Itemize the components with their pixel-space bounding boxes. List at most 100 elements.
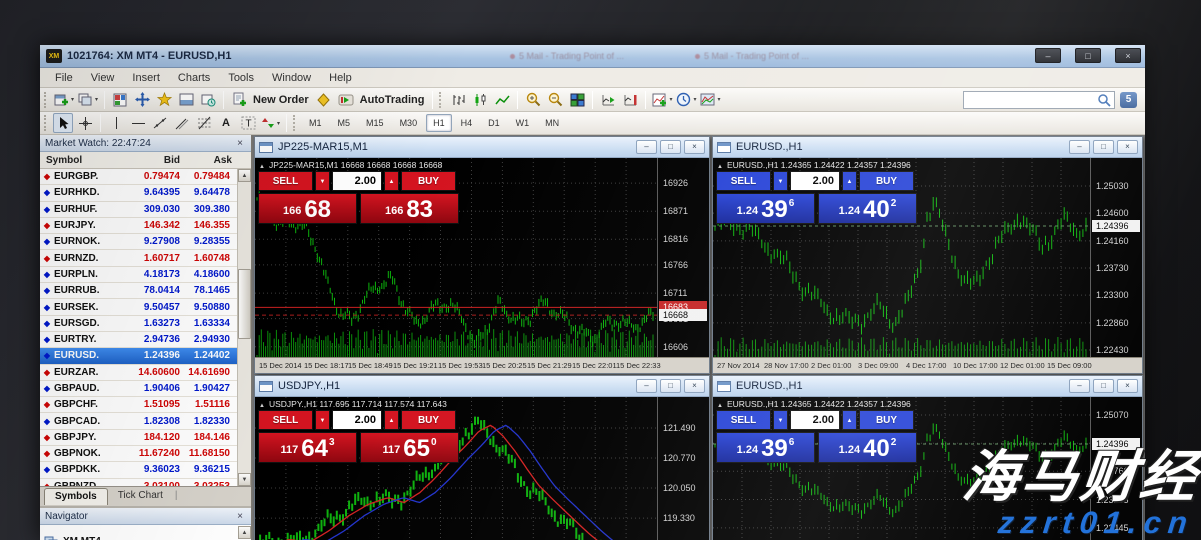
trendline-tool[interactable]	[150, 113, 170, 133]
timeframe-m30[interactable]: M30	[393, 114, 425, 132]
navigator-toggle[interactable]	[154, 90, 174, 110]
menu-item-file[interactable]: File	[46, 70, 82, 86]
volume-increase-icon[interactable]: ▲	[384, 410, 399, 430]
fibonacci-tool[interactable]	[194, 113, 214, 133]
volume-decrease-icon[interactable]: ▼	[315, 410, 330, 430]
terminal-toggle[interactable]	[176, 90, 196, 110]
market-watch-close-icon[interactable]: ×	[234, 138, 246, 149]
chart-plot-area[interactable]: 1692616871168161676616711166611660616683…	[255, 158, 709, 373]
new-order-button[interactable]	[229, 90, 249, 110]
sell-button[interactable]: SELL	[258, 410, 313, 430]
horizontal-line-tool[interactable]	[128, 113, 148, 133]
arrows-tool[interactable]: ▾	[260, 113, 281, 133]
chart-close-button[interactable]: ×	[1117, 379, 1138, 393]
chart-close-button[interactable]: ×	[684, 140, 705, 154]
autotrading-label[interactable]: AutoTrading	[360, 94, 425, 106]
periods-button[interactable]: ▾	[675, 90, 697, 110]
market-watch-row-eurrub[interactable]: ◆ EURRUB. 78.0414 78.1465	[40, 283, 251, 299]
collapse-icon[interactable]: ▲	[717, 403, 723, 409]
timeframe-mn[interactable]: MN	[538, 114, 566, 132]
scroll-down-icon[interactable]: ▼	[238, 473, 251, 486]
chart-window-titlebar[interactable]: EURUSD.,H1 – □ ×	[713, 137, 1142, 158]
vertical-line-tool[interactable]	[106, 113, 126, 133]
volume-decrease-icon[interactable]: ▼	[773, 171, 788, 191]
volume-increase-icon[interactable]: ▲	[842, 171, 857, 191]
menu-item-tools[interactable]: Tools	[219, 70, 263, 86]
column-bid[interactable]: Bid	[124, 155, 180, 166]
market-watch-row-gbpjpy[interactable]: ◆ GBPJPY. 184.120 184.146	[40, 430, 251, 446]
sell-button[interactable]: SELL	[716, 171, 771, 191]
menu-item-charts[interactable]: Charts	[169, 70, 219, 86]
crosshair-tool[interactable]	[75, 113, 95, 133]
strategy-tester-toggle[interactable]	[198, 90, 218, 110]
menu-item-insert[interactable]: Insert	[123, 70, 169, 86]
menu-item-help[interactable]: Help	[320, 70, 361, 86]
zoom-out-button[interactable]	[545, 90, 565, 110]
new-chart-button[interactable]: ▾	[53, 90, 75, 110]
chart-minimize-button[interactable]: –	[1069, 379, 1090, 393]
market-watch-column-header[interactable]: Symbol Bid Ask	[40, 152, 251, 169]
scroll-up-icon[interactable]: ▲	[238, 169, 251, 182]
cursor-tool[interactable]	[53, 113, 73, 133]
data-window-toggle[interactable]	[132, 90, 152, 110]
tab-tick-chart[interactable]: Tick Chart	[108, 488, 173, 504]
toolbar-grip[interactable]	[293, 115, 297, 131]
templates-button[interactable]: ▾	[699, 90, 721, 110]
mql5-community-icon[interactable]: 5	[1120, 92, 1137, 108]
autotrading-button[interactable]	[336, 90, 356, 110]
label-tool[interactable]: T	[238, 113, 258, 133]
maximize-button[interactable]: □	[1075, 48, 1101, 63]
sell-button[interactable]: SELL	[258, 171, 313, 191]
chart-minimize-button[interactable]: –	[636, 379, 657, 393]
volume-field[interactable]: 2.00	[332, 410, 382, 430]
chart-restore-button[interactable]: □	[1093, 379, 1114, 393]
sell-price-button[interactable]: 16668	[258, 193, 357, 224]
collapse-icon[interactable]: ▲	[259, 164, 265, 170]
buy-button[interactable]: BUY	[401, 171, 456, 191]
market-watch-row-eurgbp[interactable]: ◆ EURGBP. 0.79474 0.79484	[40, 169, 251, 185]
market-watch-row-eurusd[interactable]: ◆ EURUSD. 1.24396 1.24402	[40, 348, 251, 364]
navigator-close-icon[interactable]: ×	[234, 511, 246, 522]
volume-increase-icon[interactable]: ▲	[384, 171, 399, 191]
chart-bars-button[interactable]	[448, 90, 468, 110]
collapse-icon[interactable]: ▲	[717, 164, 723, 170]
sell-price-button[interactable]: 117643	[258, 432, 357, 463]
market-watch-row-eurjpy[interactable]: ◆ EURJPY. 146.342 146.355	[40, 218, 251, 234]
toolbar-grip[interactable]	[44, 92, 48, 108]
timeframe-m5[interactable]: M5	[331, 114, 358, 132]
volume-field[interactable]: 2.00	[790, 410, 840, 430]
minimize-button[interactable]: –	[1035, 48, 1061, 63]
market-watch-row-gbpchf[interactable]: ◆ GBPCHF. 1.51095 1.51116	[40, 397, 251, 413]
market-watch-row-eurhkd[interactable]: ◆ EURHKD. 9.64395 9.64478	[40, 185, 251, 201]
market-watch-scrollbar[interactable]: ▲ ▼	[237, 169, 251, 486]
indicators-button[interactable]: ▾	[651, 90, 673, 110]
navigator-scroll-up-icon[interactable]: ▲	[238, 526, 251, 539]
buy-button[interactable]: BUY	[401, 410, 456, 430]
timeframe-h1[interactable]: H1	[426, 114, 452, 132]
chart-restore-button[interactable]: □	[1093, 140, 1114, 154]
chart-window-titlebar[interactable]: USDJPY.,H1 – □ ×	[255, 376, 709, 397]
market-watch-row-eursgd[interactable]: ◆ EURSGD. 1.63273 1.63334	[40, 316, 251, 332]
chart-candles-button[interactable]	[470, 90, 490, 110]
collapse-icon[interactable]: ▲	[259, 403, 265, 409]
metaeditor-button[interactable]	[314, 90, 334, 110]
column-symbol[interactable]: Symbol	[40, 155, 124, 166]
chart-plot-area[interactable]: 1.250701.244151.237601.231051.224451.243…	[713, 397, 1142, 540]
volume-field[interactable]: 2.00	[790, 171, 840, 191]
chart-close-button[interactable]: ×	[684, 379, 705, 393]
timeframe-m15[interactable]: M15	[359, 114, 391, 132]
chart-restore-button[interactable]: □	[660, 379, 681, 393]
search-input[interactable]	[967, 94, 1097, 105]
buy-price-button[interactable]: 16683	[360, 193, 459, 224]
auto-scroll-button[interactable]	[598, 90, 618, 110]
sell-price-button[interactable]: 1.24396	[716, 432, 815, 463]
market-watch-row-gbpcad[interactable]: ◆ GBPCAD. 1.82308 1.82330	[40, 413, 251, 429]
chart-minimize-button[interactable]: –	[636, 140, 657, 154]
buy-price-button[interactable]: 117650	[360, 432, 459, 463]
channel-tool[interactable]	[172, 113, 192, 133]
chart-restore-button[interactable]: □	[660, 140, 681, 154]
tab-symbols[interactable]: Symbols	[44, 488, 108, 505]
market-watch-row-eursek[interactable]: ◆ EURSEK. 9.50457 9.50880	[40, 299, 251, 315]
chart-shift-button[interactable]	[620, 90, 640, 110]
buy-button[interactable]: BUY	[859, 171, 914, 191]
